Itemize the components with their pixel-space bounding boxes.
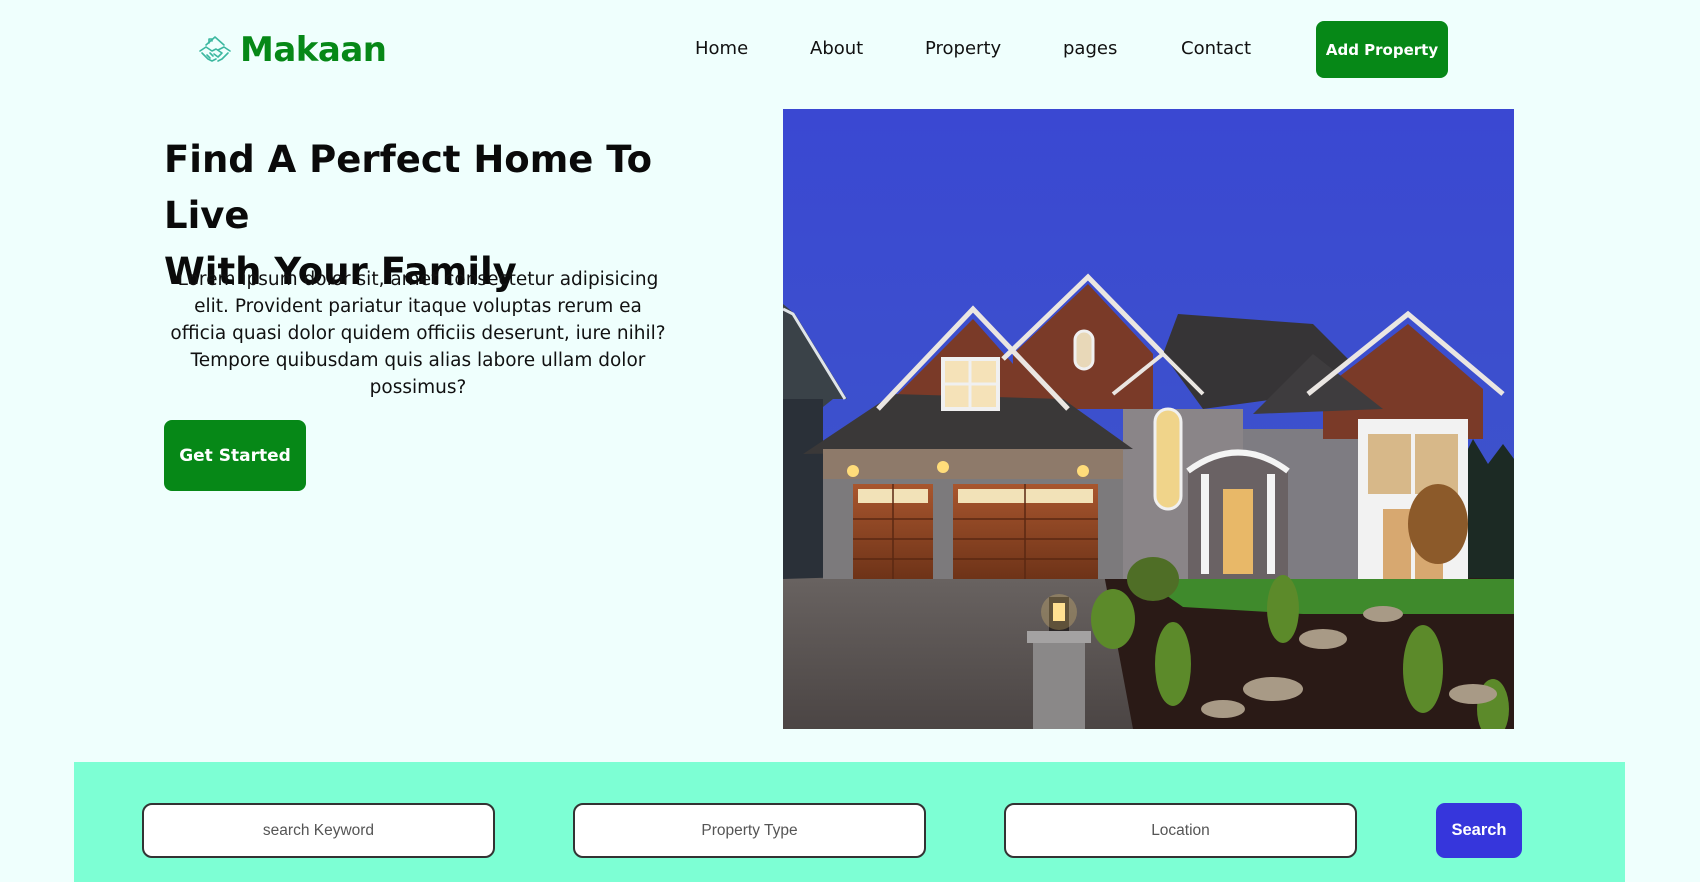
search-keyword-input[interactable] <box>142 803 495 858</box>
nav-item-pages[interactable]: pages <box>1063 38 1117 59</box>
property-type-input[interactable] <box>573 803 926 858</box>
add-property-button[interactable]: Add Property <box>1316 21 1448 78</box>
brand-name: Makaan <box>240 30 387 70</box>
hero-description: Lorem ipsum dolor sit, amet consectetur … <box>170 269 666 398</box>
search-button[interactable]: Search <box>1436 803 1522 858</box>
nav-item-contact[interactable]: Contact <box>1181 38 1251 59</box>
hero-title-line-1: Find A Perfect Home To Live <box>164 138 652 237</box>
brand-logo[interactable]: Makaan <box>196 30 387 70</box>
location-input[interactable] <box>1004 803 1357 858</box>
house-at-dusk-photo <box>783 109 1514 729</box>
property-search-bar: Search <box>74 762 1625 882</box>
handshake-house-icon <box>196 31 234 69</box>
get-started-button[interactable]: Get Started <box>164 420 306 491</box>
nav-item-about[interactable]: About <box>810 38 863 59</box>
nav-item-home[interactable]: Home <box>695 38 748 59</box>
nav-item-property[interactable]: Property <box>925 38 1001 59</box>
